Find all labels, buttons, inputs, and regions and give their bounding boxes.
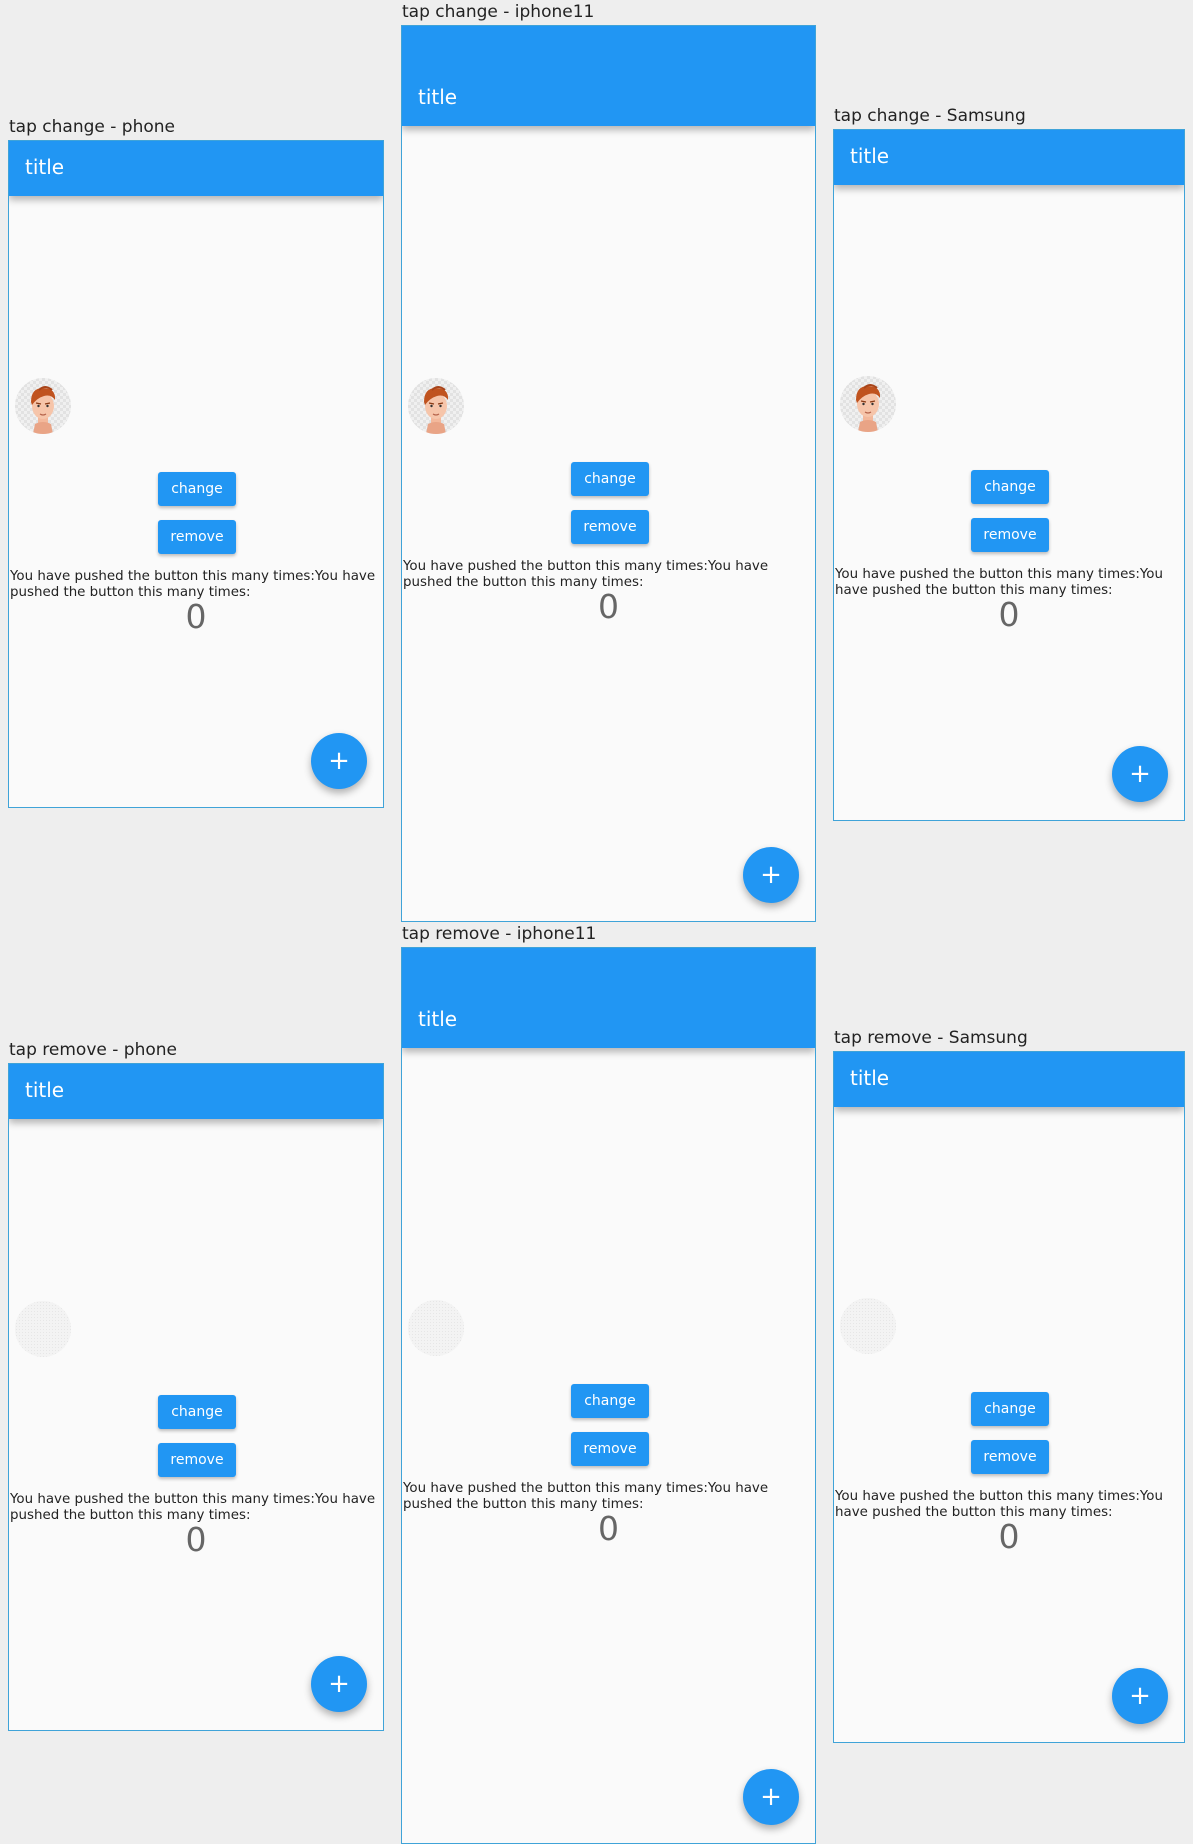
change-button[interactable]: change (158, 472, 236, 506)
increment-fab[interactable]: + (1112, 746, 1168, 802)
device-screenshot: tap change - phone title change remove Y… (8, 115, 384, 808)
remove-button[interactable]: remove (971, 1440, 1049, 1474)
plus-icon: + (760, 1782, 782, 1812)
counter-value: 0 (998, 1517, 1020, 1556)
app-bar: title (834, 130, 1184, 185)
increment-fab[interactable]: + (743, 847, 799, 903)
avatar[interactable] (15, 1301, 71, 1357)
plus-icon: + (328, 746, 350, 776)
device-caption: tap change - phone (9, 117, 175, 137)
app-bar-title: title (25, 155, 65, 179)
device-caption: tap remove - iphone11 (402, 924, 597, 944)
app-bar-title: title (418, 85, 458, 109)
increment-fab[interactable]: + (1112, 1668, 1168, 1724)
device-frame: title change remove You have pushed the … (401, 25, 816, 922)
device-frame: title change remove You have pushed the … (833, 129, 1185, 821)
change-button[interactable]: change (571, 462, 649, 496)
avatar[interactable] (15, 378, 71, 434)
remove-button[interactable]: remove (571, 1432, 649, 1466)
app-bar-title: title (25, 1078, 65, 1102)
avatar[interactable] (408, 378, 464, 434)
change-button[interactable]: change (571, 1384, 649, 1418)
app-bar-title: title (418, 1007, 458, 1031)
face-illustration (424, 386, 449, 434)
increment-fab[interactable]: + (743, 1769, 799, 1825)
device-frame: title change remove You have pushed the … (401, 947, 816, 1844)
avatar[interactable] (408, 1300, 464, 1356)
app-bar: title (834, 1052, 1184, 1107)
remove-button[interactable]: remove (158, 520, 236, 554)
remove-button[interactable]: remove (971, 518, 1049, 552)
device-caption: tap remove - Samsung (834, 1028, 1028, 1048)
app-bar: title (9, 141, 383, 196)
avatar[interactable] (840, 1298, 896, 1354)
plus-icon: + (1129, 759, 1151, 789)
remove-button[interactable]: remove (571, 510, 649, 544)
increment-fab[interactable]: + (311, 1656, 367, 1712)
device-frame: title change remove You have pushed the … (833, 1051, 1185, 1743)
avatar[interactable] (840, 376, 896, 432)
device-screenshot: tap remove - Samsung title change remove… (833, 1026, 1185, 1743)
plus-icon: + (760, 860, 782, 890)
increment-fab[interactable]: + (311, 733, 367, 789)
device-caption: tap remove - phone (9, 1040, 177, 1060)
face-illustration (856, 384, 881, 432)
face-illustration (31, 386, 56, 434)
device-screenshot: tap remove - iphone11 title change remov… (401, 922, 816, 1844)
device-screenshot: tap change - iphone11 title change remov… (401, 0, 816, 922)
app-bar: title (9, 1064, 383, 1119)
device-frame: title change remove You have pushed the … (8, 1063, 384, 1731)
app-bar-title: title (850, 144, 890, 168)
app-bar: title (402, 26, 815, 126)
app-bar-title: title (850, 1066, 890, 1090)
change-button[interactable]: change (971, 1392, 1049, 1426)
device-screenshot: tap change - Samsung title change remove… (833, 104, 1185, 821)
remove-button[interactable]: remove (158, 1443, 236, 1477)
plus-icon: + (328, 1669, 350, 1699)
device-screenshot: tap remove - phone title change remove Y… (8, 1038, 384, 1731)
app-bar: title (402, 948, 815, 1048)
change-button[interactable]: change (971, 470, 1049, 504)
device-caption: tap change - Samsung (834, 106, 1026, 126)
counter-value: 0 (185, 1520, 207, 1559)
counter-value: 0 (185, 597, 207, 636)
counter-value: 0 (598, 587, 619, 626)
counter-value: 0 (998, 595, 1020, 634)
device-frame: title change remove You have pushed the … (8, 140, 384, 808)
change-button[interactable]: change (158, 1395, 236, 1429)
plus-icon: + (1129, 1681, 1151, 1711)
device-caption: tap change - iphone11 (402, 2, 595, 22)
counter-value: 0 (598, 1509, 619, 1548)
